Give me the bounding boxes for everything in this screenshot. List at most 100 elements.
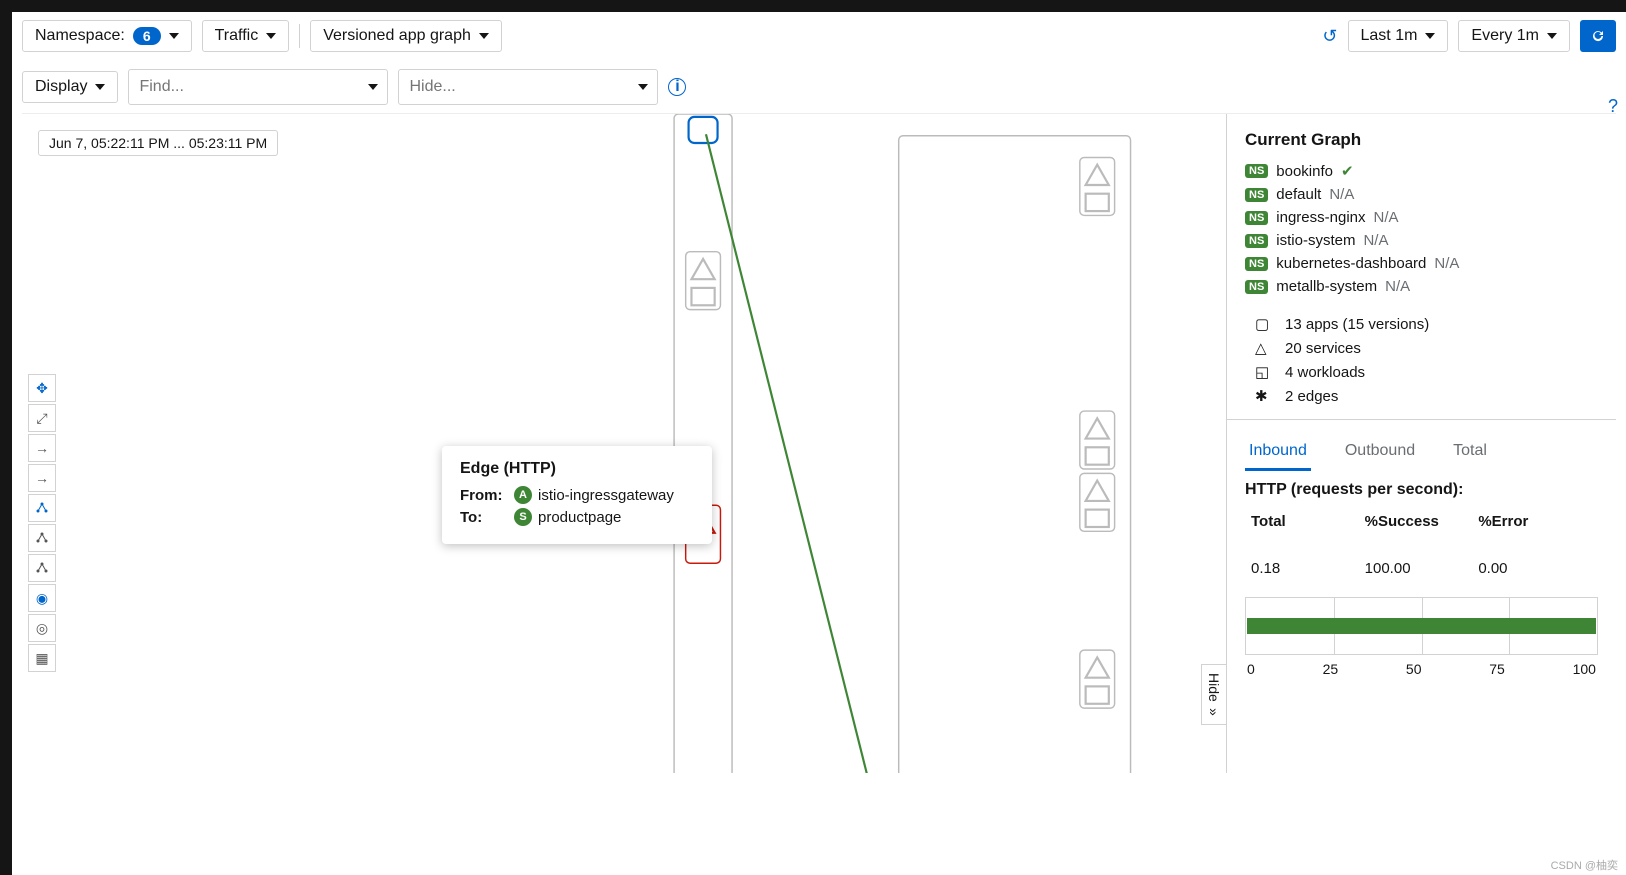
app-badge-icon: A [514, 486, 532, 504]
apps-icon: ▢ [1255, 315, 1273, 333]
display-selector[interactable]: Display [22, 71, 118, 103]
namespace-status: N/A [1385, 278, 1410, 295]
chart-axis: 0 25 50 75 100 [1245, 661, 1598, 677]
tooltip-to-value: productpage [538, 509, 621, 526]
namespace-row[interactable]: NS kubernetes-dashboard N/A [1245, 255, 1598, 272]
drag-tool[interactable]: ✥ [28, 374, 56, 402]
namespace-row[interactable]: NS default N/A [1245, 186, 1598, 203]
chevron-down-icon [1425, 33, 1435, 39]
bar-fill [1247, 618, 1596, 634]
refresh-button[interactable] [1580, 20, 1616, 52]
chevron-down-icon [266, 33, 276, 39]
ns-badge-icon: NS [1245, 234, 1268, 248]
chevron-down-icon [479, 33, 489, 39]
duration-label: Last 1m [1361, 27, 1418, 45]
refresh-interval-selector[interactable]: Every 1m [1458, 20, 1570, 52]
hide-panel-toggle[interactable]: Hide » [1201, 664, 1226, 725]
edges-icon: ✱ [1255, 387, 1273, 405]
graph-canvas[interactable]: Jun 7, 05:22:11 PM ... 05:23:11 PM ✥ ⤢ →… [22, 113, 1616, 773]
ns-badge-icon: NS [1245, 188, 1268, 202]
secondary-toolbar: Display i [12, 61, 1626, 113]
traffic-tabs: Inbound Outbound Total [1245, 434, 1598, 471]
namespace-name: default [1276, 186, 1321, 203]
layout1-tool[interactable] [28, 494, 56, 522]
primary-toolbar: Namespace: 6 Traffic Versioned app graph… [12, 12, 1626, 61]
service-badge-icon: S [514, 508, 532, 526]
http-bar-chart [1245, 597, 1598, 655]
ns-badge-icon: NS [1245, 164, 1268, 178]
stat-workloads: ◱4 workloads [1255, 363, 1598, 381]
graph-type-selector[interactable]: Versioned app graph [310, 20, 502, 52]
layout-right2-tool[interactable]: → [28, 464, 56, 492]
namespace-name: metallb-system [1276, 278, 1377, 295]
namespace-row[interactable]: NS bookinfo ✔ [1245, 162, 1598, 180]
panel-divider [1227, 419, 1616, 420]
traffic-selector[interactable]: Traffic [202, 20, 290, 52]
namespace-row[interactable]: NS istio-system N/A [1245, 232, 1598, 249]
fit-tool[interactable]: ⤢ [28, 404, 56, 432]
ns-badge-icon: NS [1245, 280, 1268, 294]
main-content: Namespace: 6 Traffic Versioned app graph… [12, 12, 1626, 773]
stat-services: △20 services [1255, 339, 1598, 357]
legend1-tool[interactable]: ◉ [28, 584, 56, 612]
layout2-tool[interactable] [28, 524, 56, 552]
cell-error: 0.00 [1478, 560, 1592, 577]
stat-edges: ✱2 edges [1255, 387, 1598, 405]
tab-inbound[interactable]: Inbound [1245, 434, 1311, 471]
chevron-right-icon: » [1206, 708, 1222, 716]
display-label: Display [35, 78, 87, 96]
toolbar-divider [299, 24, 300, 48]
namespace-status: N/A [1329, 186, 1354, 203]
cell-total: 0.18 [1251, 560, 1365, 577]
namespace-row[interactable]: NS ingress-nginx N/A [1245, 209, 1598, 226]
http-section-title: HTTP (requests per second): [1245, 481, 1598, 499]
hide-input[interactable] [398, 69, 658, 105]
map-tool[interactable]: ▦ [28, 644, 56, 672]
chevron-down-icon [1547, 33, 1557, 39]
col-total: Total [1251, 513, 1365, 550]
graph-type-label: Versioned app graph [323, 27, 471, 45]
edge-tooltip: Edge (HTTP) From: A istio-ingressgateway… [442, 446, 712, 544]
tab-total[interactable]: Total [1449, 434, 1491, 471]
legend2-tool[interactable]: ◎ [28, 614, 56, 642]
tooltip-title: Edge (HTTP) [460, 460, 694, 478]
duration-selector[interactable]: Last 1m [1348, 20, 1449, 52]
services-icon: △ [1255, 339, 1273, 357]
chevron-down-icon [95, 84, 105, 90]
refresh-interval-label: Every 1m [1471, 27, 1539, 45]
refresh-icon [1590, 28, 1606, 44]
tooltip-from-value: istio-ingressgateway [538, 487, 674, 504]
http-table: Total %Success %Error 0.18 100.00 0.00 [1245, 513, 1598, 577]
info-icon[interactable]: i [668, 78, 686, 96]
namespace-count-badge: 6 [133, 27, 161, 45]
ns-badge-icon: NS [1245, 257, 1268, 271]
namespace-status: N/A [1363, 232, 1388, 249]
history-icon[interactable]: ↺ [1322, 26, 1337, 47]
window-titlebar [0, 0, 1626, 12]
namespace-name: bookinfo [1276, 163, 1333, 180]
layout3-tool[interactable] [28, 554, 56, 582]
namespace-row[interactable]: NS metallb-system N/A [1245, 278, 1598, 295]
chevron-down-icon [169, 33, 179, 39]
left-nav-strip [0, 12, 12, 875]
namespace-status: N/A [1434, 255, 1459, 272]
namespace-status: N/A [1374, 209, 1399, 226]
graph-timestamp: Jun 7, 05:22:11 PM ... 05:23:11 PM [38, 130, 278, 156]
namespace-selector[interactable]: Namespace: 6 [22, 20, 192, 52]
namespace-name: kubernetes-dashboard [1276, 255, 1426, 272]
namespace-label: Namespace: [35, 27, 125, 45]
traffic-label: Traffic [215, 27, 259, 45]
tooltip-to-label: To: [460, 509, 508, 526]
watermark: CSDN @柚奕 [1551, 857, 1618, 873]
workloads-icon: ◱ [1255, 363, 1273, 381]
col-success: %Success [1365, 513, 1479, 550]
namespace-name: ingress-nginx [1276, 209, 1365, 226]
find-input[interactable] [128, 69, 388, 105]
tab-outbound[interactable]: Outbound [1341, 434, 1419, 471]
panel-title: Current Graph [1245, 130, 1598, 150]
check-icon: ✔ [1341, 162, 1354, 180]
ns-badge-icon: NS [1245, 211, 1268, 225]
namespace-name: istio-system [1276, 232, 1355, 249]
col-error: %Error [1478, 513, 1592, 550]
layout-right-tool[interactable]: → [28, 434, 56, 462]
